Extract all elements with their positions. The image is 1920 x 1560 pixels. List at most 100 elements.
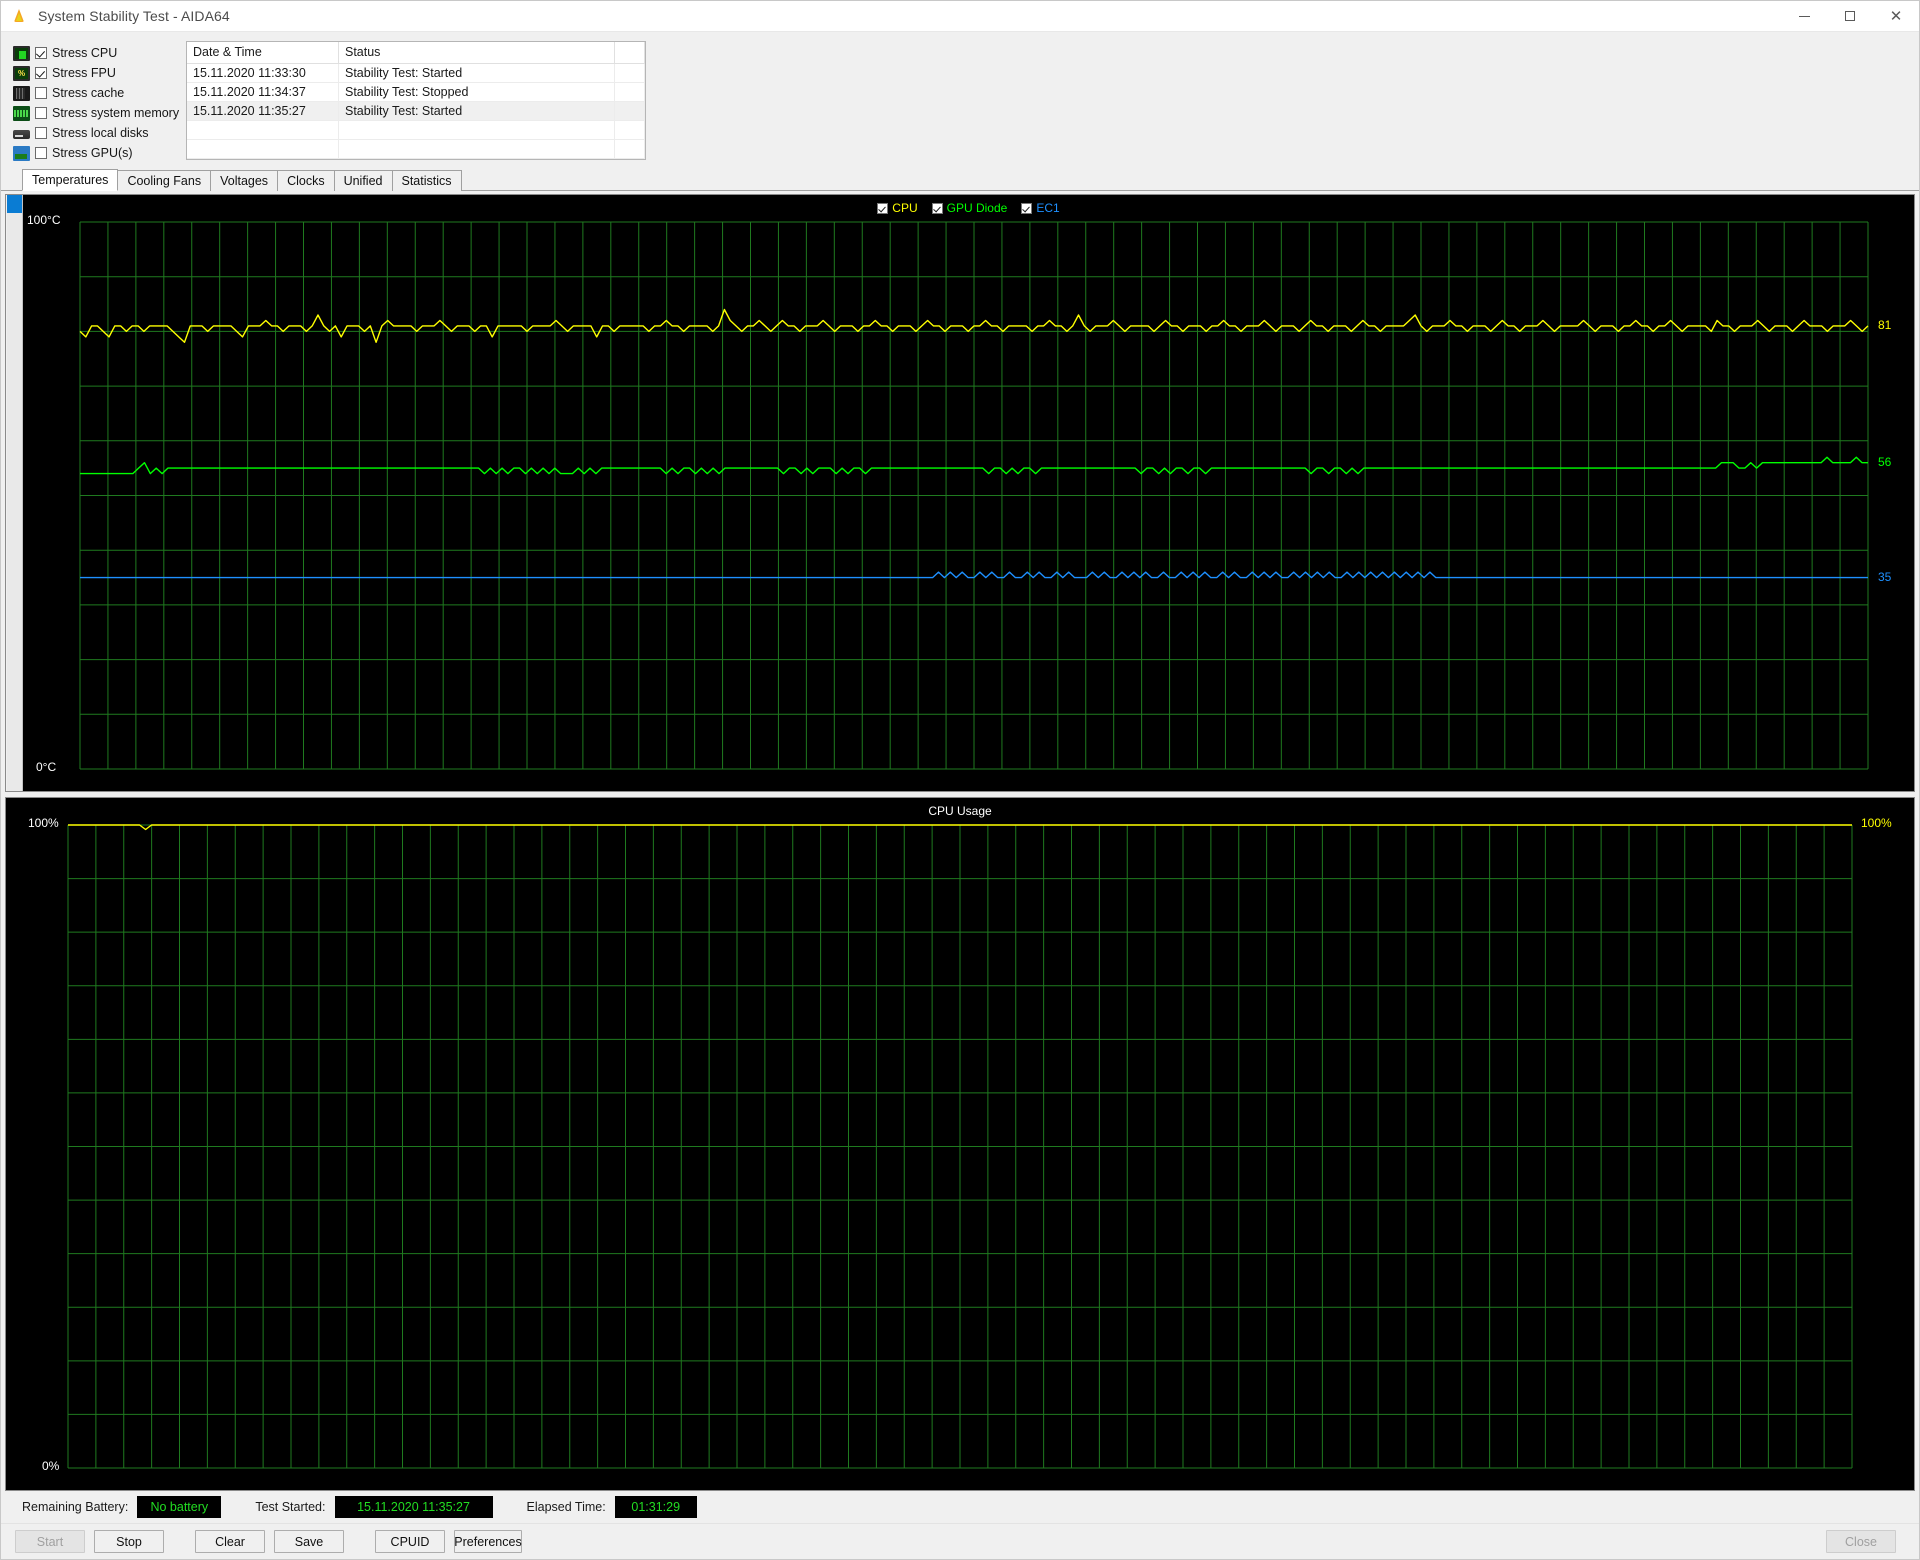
memory-icon [13,106,30,121]
stress-cache-checkbox[interactable] [35,87,47,99]
log-cell-datetime: 15.11.2020 11:35:27 [187,102,339,121]
temperatures-plot-area: CPU GPU Diode EC1 100°C 0°C 81 56 35 [23,195,1914,791]
title-bar: System Stability Test - AIDA64 ✕ [1,1,1919,32]
legend-item-cpu[interactable]: CPU [877,201,917,215]
log-cell-spacer [615,102,645,121]
tab-statistics[interactable]: Statistics [392,170,462,191]
tab-bar: Temperatures Cooling Fans Voltages Clock… [1,169,1919,191]
stress-gpu-label: Stress GPU(s) [52,146,133,160]
log-cell-status: Stability Test: Stopped [339,83,615,102]
log-cell-status [339,140,615,159]
stress-option-cpu[interactable]: Stress CPU [13,45,183,61]
table-row[interactable]: 15.11.2020 11:34:37 Stability Test: Stop… [187,83,645,102]
table-row[interactable] [187,121,645,140]
cpu-usage-title: CPU Usage [6,804,1914,818]
log-col-datetime: Date & Time [187,42,339,64]
fpu-icon: % [13,66,30,81]
table-row[interactable]: 15.11.2020 11:35:27 Stability Test: Star… [187,102,645,121]
stress-option-gpu[interactable]: Stress GPU(s) [13,145,183,161]
battery-label: Remaining Battery: [22,1500,128,1514]
charts-container: CPU GPU Diode EC1 100°C 0°C 81 56 35 [1,191,1919,1491]
value-label-ec1: 35 [1878,570,1891,584]
stress-option-memory[interactable]: Stress system memory [13,105,183,121]
legend-label-gpu-diode: GPU Diode [947,201,1008,215]
stress-memory-label: Stress system memory [52,106,179,120]
log-cell-spacer [615,121,645,140]
stress-options-list: Stress CPU % Stress FPU Stress cache Str… [1,41,183,169]
temperatures-chart-panel: CPU GPU Diode EC1 100°C 0°C 81 56 35 [5,194,1915,792]
maximize-button[interactable] [1827,1,1873,32]
cpu-icon [13,46,30,61]
temperatures-legend: CPU GPU Diode EC1 [23,201,1914,215]
log-cell-datetime: 15.11.2020 11:33:30 [187,64,339,83]
clear-button[interactable]: Clear [195,1530,265,1553]
button-bar: Start Stop Clear Save CPUID Preferences … [1,1523,1919,1559]
stress-cpu-checkbox[interactable] [35,47,47,59]
window-title: System Stability Test - AIDA64 [38,8,230,24]
log-cell-spacer [615,83,645,102]
log-cell-spacer [615,140,645,159]
minimize-button[interactable] [1781,1,1827,32]
legend-label-cpu: CPU [892,201,917,215]
system-stability-test-window: System Stability Test - AIDA64 ✕ Stress … [0,0,1920,1560]
stress-fpu-label: Stress FPU [52,66,116,80]
cpuid-button[interactable]: CPUID [375,1530,445,1553]
save-button[interactable]: Save [274,1530,344,1553]
preferences-button[interactable]: Preferences [454,1530,522,1553]
temperatures-scrollbar[interactable] [6,195,23,791]
event-log-table[interactable]: Date & Time Status 15.11.2020 11:33:30 S… [186,41,646,160]
tab-cooling-fans[interactable]: Cooling Fans [117,170,211,191]
tab-clocks[interactable]: Clocks [277,170,335,191]
scrollbar-thumb[interactable] [7,195,22,213]
gpu-icon [13,146,30,161]
stop-button[interactable]: Stop [94,1530,164,1553]
legend-checkbox-gpu-diode[interactable] [932,203,943,214]
tab-voltages[interactable]: Voltages [210,170,278,191]
stress-option-disks[interactable]: Stress local disks [13,125,183,141]
top-panel: Stress CPU % Stress FPU Stress cache Str… [1,32,1919,169]
table-row[interactable]: 15.11.2020 11:33:30 Stability Test: Star… [187,64,645,83]
test-started-label: Test Started: [255,1500,325,1514]
log-col-spacer [615,42,645,64]
close-window-button[interactable]: ✕ [1873,1,1919,32]
stress-option-cache[interactable]: Stress cache [13,85,183,101]
log-col-status: Status [339,42,615,64]
window-controls: ✕ [1781,1,1919,32]
legend-checkbox-cpu[interactable] [877,203,888,214]
value-label-gpu-diode: 56 [1878,455,1891,469]
test-started-value: 15.11.2020 11:35:27 [335,1496,493,1518]
table-row[interactable] [187,140,645,159]
legend-item-gpu-diode[interactable]: GPU Diode [932,201,1008,215]
stress-option-fpu[interactable]: % Stress FPU [13,65,183,81]
scrollbar-track[interactable] [7,213,22,791]
stress-cache-label: Stress cache [52,86,124,100]
flame-icon [10,6,30,26]
log-cell-status: Stability Test: Started [339,102,615,121]
tab-temperatures[interactable]: Temperatures [22,169,118,191]
cache-icon [13,86,30,101]
close-button[interactable]: Close [1826,1530,1896,1553]
legend-item-ec1[interactable]: EC1 [1021,201,1059,215]
log-cell-status [339,121,615,140]
legend-checkbox-ec1[interactable] [1021,203,1032,214]
disk-icon [13,130,30,139]
start-button[interactable]: Start [15,1530,85,1553]
value-label-cpu: 81 [1878,318,1891,332]
log-header-row: Date & Time Status [187,42,645,64]
temperatures-graph [23,195,1914,791]
stress-fpu-checkbox[interactable] [35,67,47,79]
cpu-usage-graph [6,798,1914,1490]
battery-value: No battery [137,1496,221,1518]
tab-unified[interactable]: Unified [334,170,393,191]
stress-disks-checkbox[interactable] [35,127,47,139]
stress-gpu-checkbox[interactable] [35,147,47,159]
legend-label-ec1: EC1 [1036,201,1059,215]
log-cell-datetime: 15.11.2020 11:34:37 [187,83,339,102]
stress-disks-label: Stress local disks [52,126,149,140]
log-cell-status: Stability Test: Started [339,64,615,83]
log-cell-spacer [615,64,645,83]
stress-memory-checkbox[interactable] [35,107,47,119]
log-cell-datetime [187,140,339,159]
elapsed-time-value: 01:31:29 [615,1496,697,1518]
cpu-usage-chart-panel: CPU Usage 100% 100% 0% [5,797,1915,1491]
